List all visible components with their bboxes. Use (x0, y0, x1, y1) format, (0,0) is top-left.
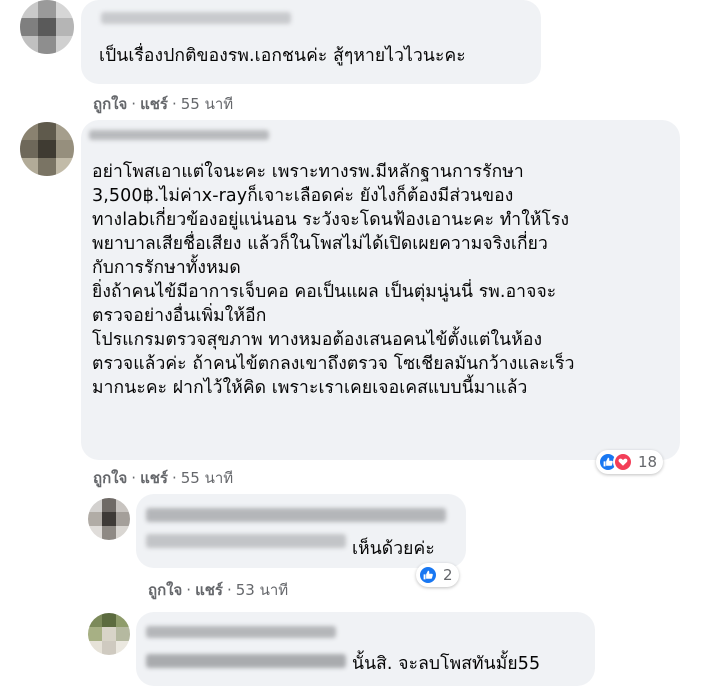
redacted-name (146, 508, 446, 522)
reaction-summary[interactable]: 18 (596, 450, 664, 474)
share-link[interactable]: แชร์ (140, 95, 168, 113)
redacted-name (89, 130, 269, 140)
redacted-name (146, 534, 346, 548)
comment-text: นั้นสิ. จะลบโพสทันมั้ย55 (352, 654, 541, 674)
timestamp[interactable]: 53 นาที (236, 581, 288, 599)
redacted-name (146, 626, 336, 638)
share-link[interactable]: แชร์ (140, 469, 168, 487)
share-link[interactable]: แชร์ (195, 581, 223, 599)
like-icon (418, 565, 438, 585)
commenter-avatar[interactable] (88, 498, 130, 540)
reaction-count: 2 (443, 566, 453, 584)
comment-text: อย่าโพสเอาแต่ใจนะคะ เพราะทางรพ.มีหลักฐาน… (92, 162, 575, 398)
like-link[interactable]: ถูกใจ (93, 95, 127, 113)
comment-text: เห็นด้วยค่ะ (352, 539, 435, 559)
comment-actions: ถูกใจ · แชร์ · 53 นาที (148, 581, 289, 599)
reaction-summary[interactable]: 2 (416, 563, 459, 587)
timestamp[interactable]: 55 นาที (181, 95, 233, 113)
redacted-name (101, 12, 291, 24)
comment-text: เป็นเรื่องปกติของรพ.เอกชนค่ะ สู้ๆหายไวไว… (99, 46, 466, 66)
comment-actions: ถูกใจ · แชร์ · 55 นาที (93, 469, 234, 487)
comment-actions: ถูกใจ · แชร์ · 55 นาที (93, 95, 234, 113)
commenter-avatar[interactable] (88, 613, 130, 655)
like-link[interactable]: ถูกใจ (93, 469, 127, 487)
reaction-count: 18 (638, 453, 658, 471)
love-icon (613, 452, 633, 472)
commenter-avatar[interactable] (20, 0, 74, 54)
redacted-name (146, 654, 346, 668)
commenter-avatar[interactable] (20, 122, 74, 176)
timestamp[interactable]: 55 นาที (181, 469, 233, 487)
comment-bubble (81, 0, 541, 84)
like-link[interactable]: ถูกใจ (148, 581, 182, 599)
